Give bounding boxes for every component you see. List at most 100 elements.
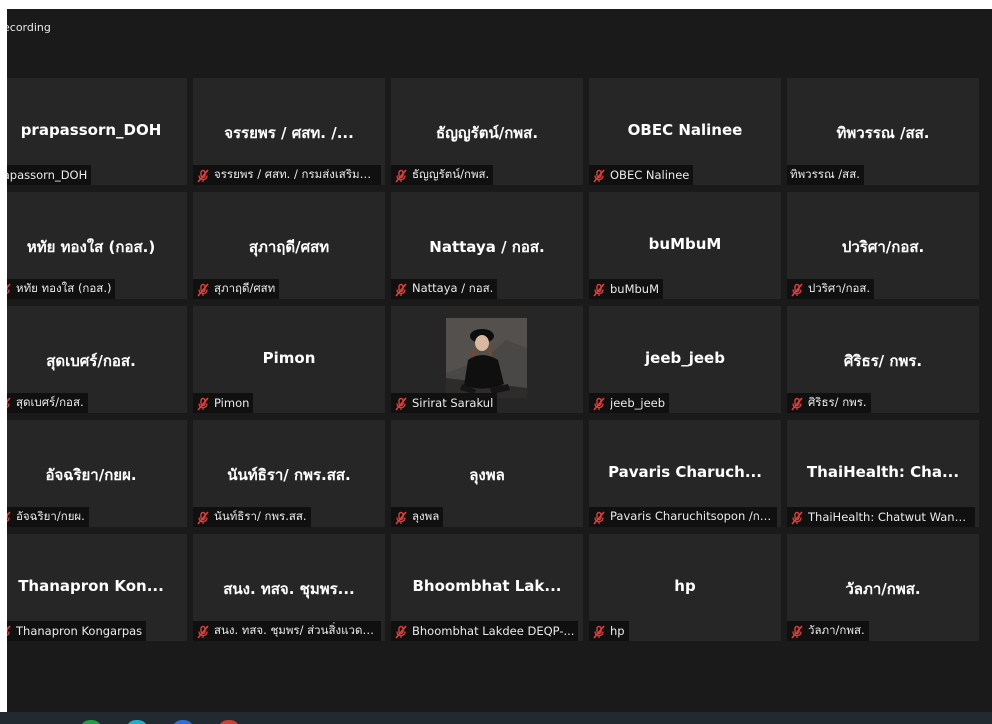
- participant-label-bar: Pavaris Charuchitsopon /กสป: [589, 507, 777, 527]
- taskbar-icon[interactable]: [80, 720, 102, 724]
- participant-tile[interactable]: ThaiHealth: Cha... ThaiHealth: Chatwut Wa…: [787, 420, 979, 527]
- participant-label-bar: จรรยพร / ศสท. / กรมส่งเสริมค...: [193, 165, 381, 185]
- participant-tile[interactable]: จรรยพร / ศสท. /... จรรยพร / ศสท. / กรมส่ง…: [193, 78, 385, 185]
- participant-label: jeeb_jeeb: [610, 396, 666, 410]
- participant-tile[interactable]: สุภาฤดี/ศสท สุภาฤดี/ศสท: [193, 192, 385, 299]
- participant-tile[interactable]: สุดเบศร์/กอส. สุดเบศร์/กอส.: [7, 306, 187, 413]
- participant-name: hp: [674, 577, 696, 595]
- participant-label: สนง. ทสจ. ชุมพร/ ส่วนสิ่งแวดล้...: [214, 623, 377, 637]
- participant-label-bar: ลุงพล: [391, 507, 444, 527]
- participant-tile[interactable]: buMbuM buMbuM: [589, 192, 781, 299]
- participant-label: Nattaya / กอส.: [412, 281, 494, 295]
- participant-name: วัลภา/กพส.: [845, 580, 921, 598]
- participant-tile[interactable]: ธัญญรัตน์/กพส. ธัญญรัตน์/กพส.: [391, 78, 583, 185]
- participant-label: ลุงพล: [412, 509, 440, 523]
- participant-label-bar: สนง. ทสจ. ชุมพร/ ส่วนสิ่งแวดล้...: [193, 621, 381, 641]
- mic-muted-icon: [196, 624, 210, 639]
- participant-tile[interactable]: ศิริธร/ กพร. ศิริธร/ กพร.: [787, 306, 979, 413]
- participant-tile[interactable]: hp hp: [589, 534, 781, 641]
- participant-label-bar: หทัย ทองใส (กอส.): [7, 279, 116, 299]
- participant-tile[interactable]: prapassorn_DOH rapassorn_DOH: [7, 78, 187, 185]
- participant-tile[interactable]: อัจฉริยา/กยผ. อัจฉริยา/กยผ.: [7, 420, 187, 527]
- participant-tile[interactable]: ลุงพล ลุงพล: [391, 420, 583, 527]
- participant-label: Pimon: [214, 396, 250, 410]
- participant-name: Pimon: [262, 349, 316, 367]
- participant-label: Bhoombhat Lakdee DEQP-...: [412, 624, 575, 638]
- participant-label: Sirirat Sarakul: [412, 396, 494, 410]
- participant-label: วัลภา/กพส.: [808, 623, 865, 637]
- participant-tile[interactable]: ปวริศา/กอส. ปวริศา/กอส.: [787, 192, 979, 299]
- participant-label: สุภาฤดี/ศสท: [214, 281, 276, 295]
- participant-label: ThaiHealth: Chatwut Wang...: [808, 510, 971, 524]
- participant-grid: prapassorn_DOH rapassorn_DOH จรรยพร / ศสท.…: [7, 9, 992, 715]
- participant-tile[interactable]: นันท์ธิรา/ กพร.สส. นันท์ธิรา/ กพร.สส.: [193, 420, 385, 527]
- mic-muted-icon: [592, 624, 606, 639]
- mic-muted-icon: [592, 282, 606, 297]
- participant-name: นันท์ธิรา/ กพร.สส.: [227, 466, 351, 484]
- taskbar-icon[interactable]: [172, 720, 194, 724]
- participant-label-bar: rapassorn_DOH: [7, 165, 92, 185]
- participant-label-bar: สุดเบศร์/กอส.: [7, 393, 88, 413]
- mic-muted-icon: [196, 282, 210, 297]
- mic-muted-icon: [7, 282, 12, 296]
- mic-muted-icon: [7, 510, 12, 524]
- mic-muted-icon: [790, 624, 804, 639]
- participant-label-bar: ThaiHealth: Chatwut Wang...: [787, 507, 975, 527]
- participant-name: สุภาฤดี/ศสท: [248, 238, 330, 256]
- participant-label: hp: [610, 624, 625, 638]
- participant-label: ศิริธร/ กพร.: [808, 395, 867, 409]
- participant-tile[interactable]: OBEC Nalinee OBEC Nalinee: [589, 78, 781, 185]
- taskbar-icon[interactable]: [218, 720, 240, 724]
- mic-muted-icon: [592, 396, 606, 411]
- mic-muted-icon: [790, 510, 804, 525]
- participant-label: Pavaris Charuchitsopon /กสป: [610, 509, 773, 523]
- participant-label: นันท์ธิรา/ กพร.สส.: [214, 509, 307, 523]
- participant-tile[interactable]: Bhoombhat Lak... Bhoombhat Lakdee DEQP-..…: [391, 534, 583, 641]
- participant-label: ปวริศา/กอส.: [808, 281, 871, 295]
- participant-label: OBEC Nalinee: [610, 168, 690, 182]
- participant-tile[interactable]: วัลภา/กพส. วัลภา/กพส.: [787, 534, 979, 641]
- participant-label-bar: Bhoombhat Lakdee DEQP-...: [391, 621, 579, 641]
- participant-tile[interactable]: Pavaris Charuch... Pavaris Charuchitsopon…: [589, 420, 781, 527]
- taskbar: [0, 712, 992, 724]
- mic-muted-icon: [7, 624, 12, 638]
- mic-muted-icon: [394, 168, 408, 183]
- participant-tile[interactable]: สนง. ทสจ. ชุมพร... สนง. ทสจ. ชุมพร/ ส่วนส…: [193, 534, 385, 641]
- participant-tile[interactable]: ทิพวรรณ /สส. ทิพวรรณ /สส.: [787, 78, 979, 185]
- participant-name: อัจฉริยา/กยผ.: [45, 466, 137, 484]
- taskbar-icon[interactable]: [126, 720, 148, 724]
- participant-name: ThaiHealth: Cha...: [806, 463, 960, 481]
- participant-name: สนง. ทสจ. ชุมพร...: [223, 580, 355, 598]
- mic-muted-icon: [394, 282, 408, 297]
- participant-label: buMbuM: [610, 282, 660, 296]
- participant-tile[interactable]: Sirirat Sarakul: [391, 306, 583, 413]
- participant-label: rapassorn_DOH: [7, 168, 88, 182]
- mic-muted-icon: [196, 396, 210, 411]
- participant-tile[interactable]: Thanapron Kon... Thanapron Kongarpas: [7, 534, 187, 641]
- mic-muted-icon: [394, 396, 408, 411]
- participant-name: OBEC Nalinee: [627, 121, 743, 139]
- mic-muted-icon: [7, 396, 12, 410]
- participant-label-bar: OBEC Nalinee: [589, 165, 694, 185]
- participant-label-bar: jeeb_jeeb: [589, 393, 670, 413]
- participant-label: ธัญญรัตน์/กพส.: [412, 167, 490, 181]
- participant-label: สุดเบศร์/กอส.: [16, 395, 84, 409]
- participant-name: Bhoombhat Lak...: [412, 577, 562, 595]
- mic-muted-icon: [394, 624, 408, 639]
- participant-name: หทัย ทองใส (กอส.): [26, 238, 156, 256]
- participant-label: ทิพวรรณ /สส.: [790, 167, 860, 181]
- participant-tile[interactable]: หทัย ทองใส (กอส.) หทัย ทองใส (กอส.): [7, 192, 187, 299]
- participant-label-bar: ทิพวรรณ /สส.: [787, 165, 864, 185]
- participant-label: หทัย ทองใส (กอส.): [16, 281, 112, 295]
- participant-label-bar: buMbuM: [589, 279, 664, 299]
- mic-muted-icon: [592, 168, 606, 183]
- participant-tile[interactable]: Nattaya / กอส. Nattaya / กอส.: [391, 192, 583, 299]
- participant-label-bar: ศิริธร/ กพร.: [787, 393, 871, 413]
- participant-photo: [446, 318, 527, 398]
- participant-name: ทิพวรรณ /สส.: [836, 124, 930, 142]
- participant-tile[interactable]: jeeb_jeeb jeeb_jeeb: [589, 306, 781, 413]
- participant-tile[interactable]: Pimon Pimon: [193, 306, 385, 413]
- mic-muted-icon: [394, 510, 408, 525]
- meeting-window: ecording prapassorn_DOHrapassorn_DOHจรรย…: [7, 9, 992, 715]
- participant-label-bar: นันท์ธิรา/ กพร.สส.: [193, 507, 311, 527]
